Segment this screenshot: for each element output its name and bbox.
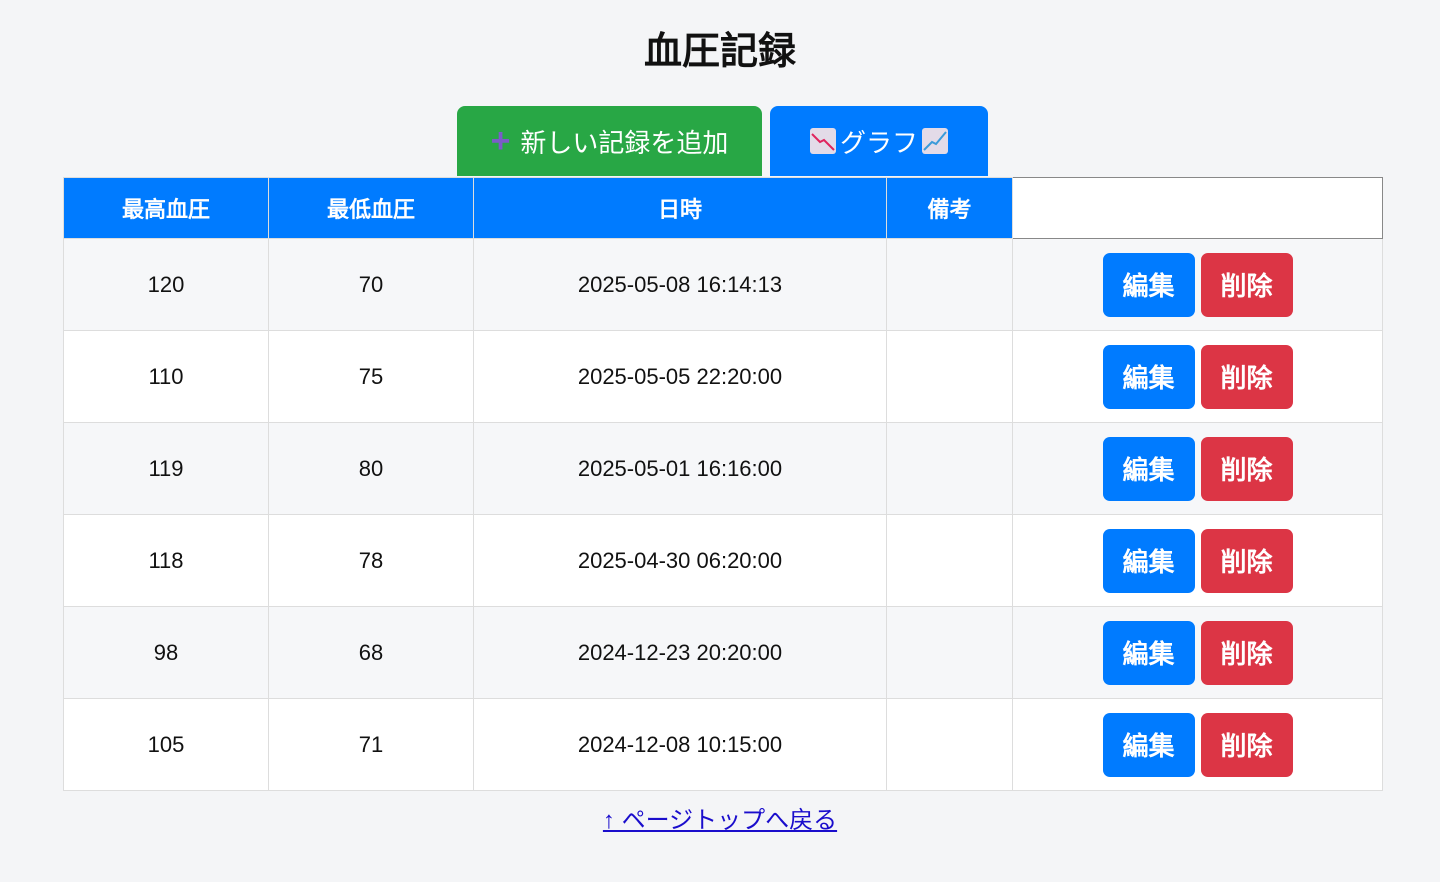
note-cell [886, 698, 1013, 791]
table-row: 110 75 2025-05-05 22:20:00 編集 削除 [63, 330, 1383, 423]
add-record-button[interactable]: + 新しい記録を追加 [457, 106, 762, 176]
chart-decreasing-icon [809, 128, 836, 154]
diastolic-cell: 80 [268, 422, 474, 515]
actions-cell: 編集 削除 [1012, 330, 1383, 423]
note-cell [886, 606, 1013, 699]
datetime-cell: 2024-12-08 10:15:00 [473, 698, 887, 791]
diastolic-cell: 68 [268, 606, 474, 699]
table-row: 120 70 2025-05-08 16:14:13 編集 削除 [63, 238, 1383, 331]
header-diastolic: 最低血圧 [268, 177, 474, 239]
header-datetime: 日時 [473, 177, 887, 239]
header-note: 備考 [886, 177, 1013, 239]
systolic-cell: 120 [63, 238, 269, 331]
delete-button[interactable]: 削除 [1200, 344, 1293, 409]
datetime-cell: 2025-05-01 16:16:00 [473, 422, 887, 515]
note-cell [886, 514, 1013, 607]
systolic-cell: 105 [63, 698, 269, 791]
edit-button[interactable]: 編集 [1102, 436, 1195, 501]
plus-icon: + [490, 121, 511, 160]
edit-button[interactable]: 編集 [1102, 344, 1195, 409]
systolic-cell: 98 [63, 606, 269, 699]
actions-cell: 編集 削除 [1012, 606, 1383, 699]
back-to-top-link[interactable]: ↑ ページトップへ戻る [603, 807, 837, 834]
note-cell [886, 330, 1013, 423]
edit-button[interactable]: 編集 [1102, 712, 1195, 777]
graph-label: グラフ [839, 127, 918, 158]
systolic-cell: 119 [63, 422, 269, 515]
datetime-cell: 2025-05-08 16:14:13 [473, 238, 887, 331]
systolic-cell: 118 [63, 514, 269, 607]
actions-cell: 編集 削除 [1012, 422, 1383, 515]
actions-cell: 編集 削除 [1012, 514, 1383, 607]
actions-cell: 編集 削除 [1012, 698, 1383, 791]
actions-cell: 編集 削除 [1012, 238, 1383, 331]
table-row: 98 68 2024-12-23 20:20:00 編集 削除 [63, 606, 1383, 699]
note-cell [886, 238, 1013, 331]
delete-button[interactable]: 削除 [1200, 528, 1293, 593]
edit-button[interactable]: 編集 [1102, 252, 1195, 317]
header-systolic: 最高血圧 [63, 177, 269, 239]
chart-increasing-icon [922, 128, 948, 154]
note-cell [886, 422, 1013, 515]
blood-pressure-table: 最高血圧 最低血圧 日時 備考 120 70 2025-05-08 16:14:13… [63, 177, 1383, 791]
edit-button[interactable]: 編集 [1102, 620, 1195, 685]
delete-button[interactable]: 削除 [1200, 620, 1293, 685]
delete-button[interactable]: 削除 [1200, 252, 1293, 317]
header-actions [1012, 177, 1383, 239]
diastolic-cell: 75 [268, 330, 474, 423]
table-row: 119 80 2025-05-01 16:16:00 編集 削除 [63, 422, 1383, 515]
table-row: 118 78 2025-04-30 06:20:00 編集 削除 [63, 514, 1383, 607]
delete-button[interactable]: 削除 [1200, 712, 1293, 777]
delete-button[interactable]: 削除 [1200, 436, 1293, 501]
graph-button[interactable]: グラフ [770, 106, 988, 176]
page-title: 血圧記録 [643, 31, 796, 73]
systolic-cell: 110 [63, 330, 269, 423]
datetime-cell: 2025-05-05 22:20:00 [473, 330, 887, 423]
diastolic-cell: 70 [268, 238, 474, 331]
table-row: 105 71 2024-12-08 10:15:00 編集 削除 [63, 698, 1383, 791]
diastolic-cell: 71 [268, 698, 474, 791]
edit-button[interactable]: 編集 [1102, 528, 1195, 593]
diastolic-cell: 78 [268, 514, 474, 607]
datetime-cell: 2024-12-23 20:20:00 [473, 606, 887, 699]
add-record-label: 新しい記録を追加 [520, 127, 729, 158]
datetime-cell: 2025-04-30 06:20:00 [473, 514, 887, 607]
